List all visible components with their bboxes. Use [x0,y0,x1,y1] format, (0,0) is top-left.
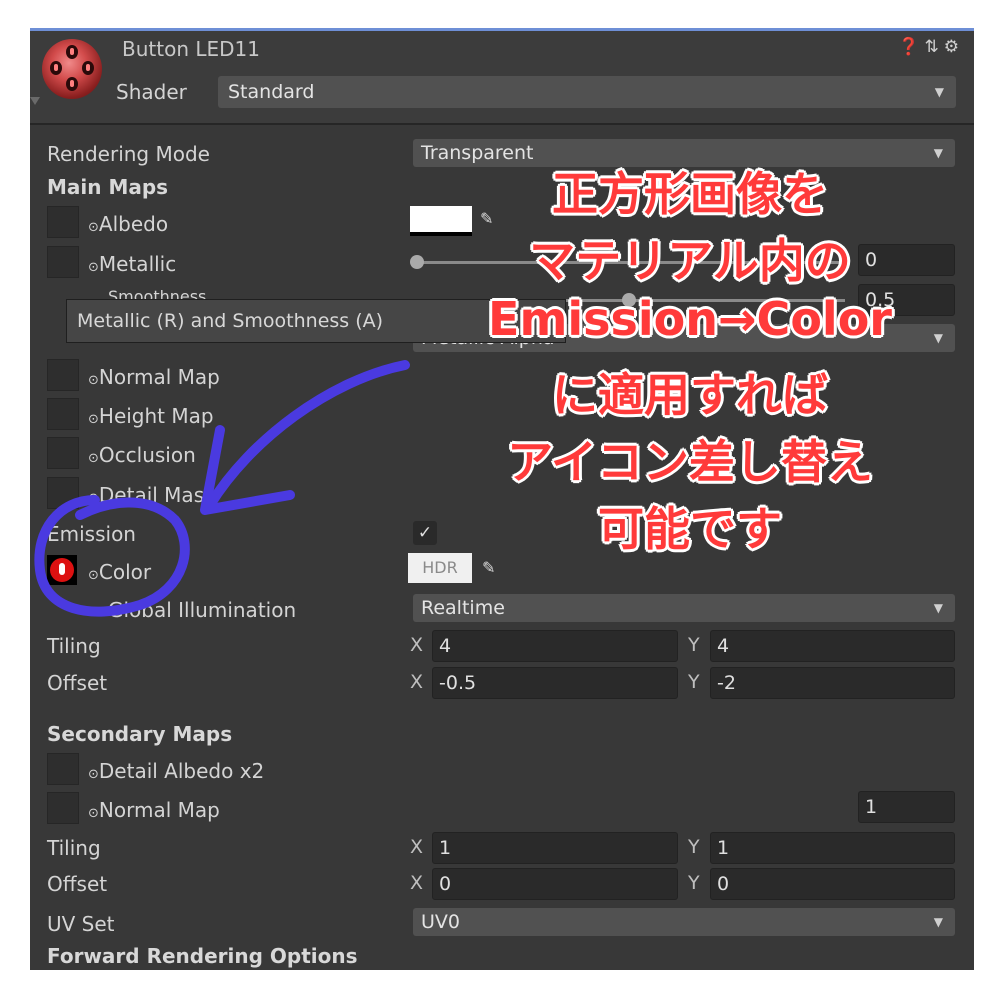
overlay-line-2: マテリアル内の [529,234,851,288]
annotation-arrow-shaft [205,360,410,510]
overlay-line-6: 可能です [598,502,782,556]
overlay-line-4: に適用すれば [552,368,828,422]
overlay-line-5: アイコン差し替え [507,435,873,489]
overlay-line-1: 正方形画像を [552,167,828,221]
overlay-line-3: Emission→Color [488,292,892,346]
annotation-circle [34,495,190,617]
